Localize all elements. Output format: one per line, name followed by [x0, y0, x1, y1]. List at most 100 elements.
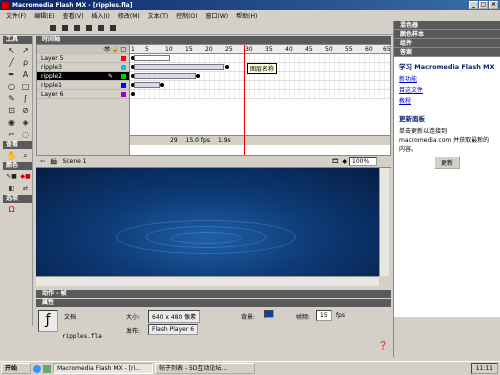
- default-colors-icon[interactable]: ◧: [5, 183, 18, 194]
- panel-color-swatches[interactable]: 颜色样本: [394, 30, 500, 39]
- zoom-select[interactable]: 100%: [349, 157, 377, 166]
- ink-bottle-icon[interactable]: ◉: [5, 117, 18, 128]
- menu-control[interactable]: 控制(O): [172, 11, 201, 20]
- fill-color-swatch[interactable]: ◆■: [19, 171, 32, 182]
- frame-ruler[interactable]: 1 5 10 15 20 25 30 35 40 45 50 55 60 65: [130, 45, 390, 54]
- frame-grid[interactable]: 1 5 10 15 20 25 30 35 40 45 50 55 60 65 …: [130, 45, 390, 155]
- menu-modify[interactable]: 修改(M): [114, 11, 144, 20]
- text-icon[interactable]: A: [19, 69, 32, 80]
- playhead[interactable]: [244, 45, 245, 155]
- step-back-icon[interactable]: [62, 24, 68, 31]
- fps-input[interactable]: 15: [316, 310, 332, 321]
- lasso-icon[interactable]: ρ: [19, 57, 32, 68]
- panel-answers[interactable]: 答案: [394, 48, 500, 57]
- menu-window[interactable]: 窗口(W): [202, 11, 233, 20]
- zoom-icon[interactable]: ⌕: [19, 150, 32, 161]
- play-icon[interactable]: [86, 24, 92, 31]
- motion-tween[interactable]: [134, 82, 160, 88]
- panel-color-mixer[interactable]: 混色器: [394, 21, 500, 30]
- lock-icon[interactable]: 🔒: [112, 46, 119, 53]
- motion-tween[interactable]: [134, 73, 196, 79]
- layer-color-icon: [121, 82, 126, 88]
- keyframe[interactable]: [196, 74, 200, 78]
- background-color-swatch[interactable]: [264, 310, 274, 318]
- menu-insert[interactable]: 插入(I): [87, 11, 113, 20]
- task-browser[interactable]: 帖子列表 - 5D互动论坛...: [155, 363, 255, 374]
- maximize-button[interactable]: □: [479, 1, 488, 9]
- layer-row[interactable]: ripple3: [37, 63, 129, 72]
- frame-row[interactable]: [130, 90, 390, 99]
- size-button[interactable]: 640 x 480 像素: [148, 310, 201, 323]
- eraser-icon[interactable]: ◌: [19, 129, 32, 140]
- oval-icon[interactable]: ○: [5, 81, 18, 92]
- layer-header-row: 👁 🔒 □: [37, 45, 129, 54]
- task-flash[interactable]: Macromedia Flash MX - [ri...: [53, 363, 153, 374]
- publish-button[interactable]: Flash Player 6: [148, 324, 199, 335]
- link-tutorials[interactable]: 教程: [399, 96, 495, 105]
- menu-bar: 文件(F) 编辑(E) 查看(V) 插入(I) 修改(M) 文本(T) 控制(O…: [0, 10, 500, 21]
- menu-file[interactable]: 文件(F): [2, 11, 30, 20]
- ruler-tick: 50: [325, 46, 333, 53]
- step-forward-icon[interactable]: [98, 24, 104, 31]
- help-icon[interactable]: ❓: [378, 341, 388, 350]
- layer-row[interactable]: Layer 5: [37, 54, 129, 63]
- start-button[interactable]: 开始: [1, 363, 31, 374]
- horizontal-scrollbar[interactable]: [36, 276, 379, 286]
- properties-header[interactable]: 属性: [36, 299, 391, 307]
- swap-colors-icon[interactable]: ⇄: [19, 183, 32, 194]
- quicklaunch-desktop-icon[interactable]: [43, 364, 51, 373]
- free-transform-icon[interactable]: ⊡: [5, 105, 18, 116]
- layer-color-icon: [121, 91, 126, 97]
- forward-end-icon[interactable]: [110, 24, 116, 31]
- actions-panel-header[interactable]: 动作 - 帧: [36, 290, 391, 298]
- link-whats-new[interactable]: 新功能: [399, 74, 495, 83]
- update-button[interactable]: 更新: [434, 156, 461, 169]
- close-button[interactable]: ×: [489, 1, 498, 9]
- menu-view[interactable]: 查看(V): [59, 11, 88, 20]
- frame-span[interactable]: [134, 55, 170, 61]
- rewind-icon[interactable]: [50, 24, 56, 31]
- menu-help[interactable]: 帮助(H): [232, 11, 261, 20]
- tools-header: 工具: [3, 36, 32, 44]
- stage-canvas[interactable]: [36, 168, 379, 276]
- link-readme[interactable]: 目这文件: [399, 85, 495, 94]
- back-arrow-icon[interactable]: ⇦: [40, 158, 45, 165]
- outline-icon[interactable]: □: [120, 46, 126, 53]
- menu-text[interactable]: 文本(T): [144, 11, 172, 20]
- publish-label: 发布:: [126, 328, 141, 335]
- stop-icon[interactable]: [74, 24, 80, 31]
- rect-icon[interactable]: □: [19, 81, 32, 92]
- motion-tween[interactable]: [134, 64, 224, 70]
- timeline-header[interactable]: 时间轴: [36, 36, 391, 44]
- layer-row[interactable]: Layer 6: [37, 90, 129, 99]
- keyframe[interactable]: [225, 65, 229, 69]
- fill-transform-icon[interactable]: ⊘: [19, 105, 32, 116]
- layer-row[interactable]: ripple1: [37, 81, 129, 90]
- arrow-icon[interactable]: ↖: [5, 45, 18, 56]
- panel-components[interactable]: 组件: [394, 39, 500, 48]
- layer-row-selected[interactable]: ripple2 ✎: [37, 72, 129, 81]
- quicklaunch-ie-icon[interactable]: [33, 364, 41, 373]
- keyframe[interactable]: [131, 92, 135, 96]
- vertical-scrollbar[interactable]: [379, 168, 389, 276]
- hand-icon[interactable]: ✋: [5, 150, 18, 161]
- pencil-icon[interactable]: ✎: [5, 93, 18, 104]
- eye-icon[interactable]: 👁: [103, 46, 111, 53]
- menu-edit[interactable]: 编辑(E): [30, 11, 58, 20]
- line-icon[interactable]: ╱: [5, 57, 18, 68]
- ruler-tick: 45: [305, 46, 313, 53]
- edit-symbol-icon[interactable]: ◆: [342, 158, 347, 165]
- pen-icon[interactable]: ✒: [5, 69, 18, 80]
- paint-bucket-icon[interactable]: ◈: [19, 117, 32, 128]
- stroke-color-swatch[interactable]: ✎■: [5, 171, 18, 182]
- subselect-icon[interactable]: ↗: [19, 45, 32, 56]
- minimize-button[interactable]: _: [469, 1, 478, 9]
- frame-row[interactable]: [130, 54, 390, 63]
- layer-color-icon: [121, 55, 126, 61]
- frame-row[interactable]: [130, 81, 390, 90]
- magnet-icon[interactable]: Ω: [5, 204, 18, 215]
- edit-scene-icon[interactable]: 🎞: [331, 158, 339, 165]
- eyedropper-icon[interactable]: ⌐: [5, 129, 18, 140]
- keyframe[interactable]: [160, 83, 164, 87]
- brush-icon[interactable]: ʃ: [19, 93, 32, 104]
